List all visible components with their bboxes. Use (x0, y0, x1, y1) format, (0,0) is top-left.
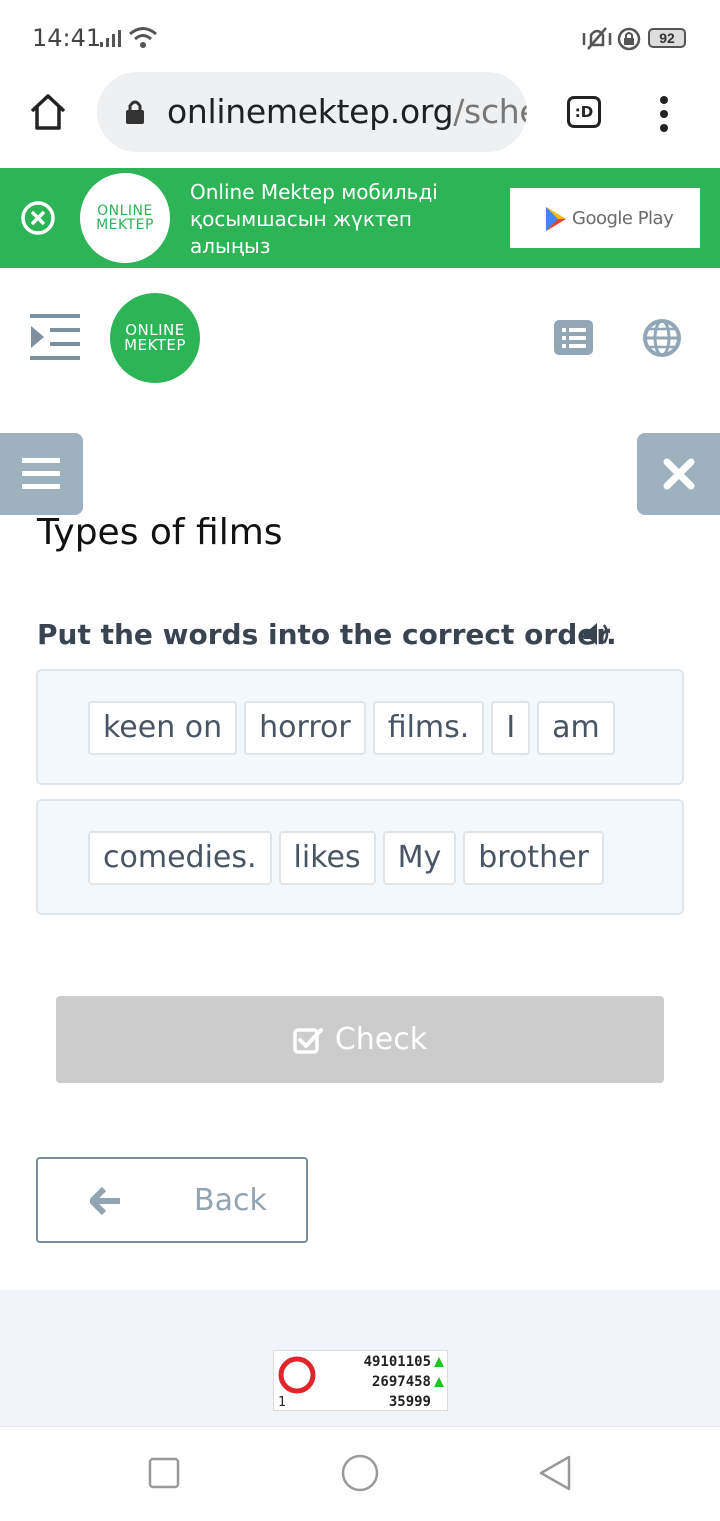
status-bar: 14:41 92 (0, 0, 720, 72)
sentence-box-1: keen on horror films. I am (36, 669, 684, 785)
sidebar-toggle-icon[interactable] (30, 314, 82, 362)
back-nav-icon[interactable] (538, 1455, 572, 1491)
task-instruction: Put the words into the correct order. (37, 618, 617, 651)
audio-speaker-icon[interactable] (582, 620, 612, 648)
status-time: 14:41 (32, 24, 102, 52)
counter-logo-icon (278, 1356, 316, 1394)
trend-up-icon (434, 1377, 444, 1387)
close-banner-icon[interactable] (20, 200, 56, 236)
promo-logo-top: ONLINE (97, 203, 153, 219)
close-lesson-button[interactable] (637, 433, 720, 515)
lesson-menu-button[interactable] (0, 433, 83, 515)
google-play-label: Google Play (572, 208, 674, 229)
address-bar[interactable]: onlinemektep.org/sched (97, 72, 527, 152)
home-nav-icon[interactable] (340, 1453, 380, 1493)
promo-logo-bottom: MEKTEP (96, 217, 154, 233)
word-chip-row: keen on horror films. I am (88, 701, 615, 755)
url-path: /sched (453, 92, 527, 131)
vibrate-icon (582, 27, 612, 50)
url-domain: onlinemektep.org (167, 92, 454, 131)
counter-value-1: 49101105 (363, 1354, 431, 1370)
site-logo-bottom: MEKTEP (124, 336, 186, 354)
sentence-box-2: comedies. likes My brother (36, 799, 684, 915)
lock-rotation-icon (617, 27, 641, 51)
close-icon (663, 458, 695, 490)
wifi-icon (129, 27, 157, 48)
word-chip[interactable]: likes (278, 831, 376, 885)
hamburger-icon (22, 458, 60, 489)
google-play-icon (546, 207, 566, 231)
page-title: Types of films (37, 512, 283, 553)
counter-value-2: 2697458 (371, 1374, 431, 1390)
url-text: onlinemektep.org/sched (167, 92, 527, 131)
word-chip-row: comedies. likes My brother (88, 831, 604, 885)
back-label: Back (194, 1183, 267, 1218)
system-nav-bar (0, 1426, 720, 1521)
battery-indicator: 92 (648, 28, 686, 48)
tab-switcher-button[interactable]: :D (567, 96, 601, 128)
back-button[interactable]: Back (36, 1157, 308, 1243)
word-chip[interactable]: brother (463, 831, 604, 885)
word-chip[interactable]: I (491, 701, 531, 755)
signal-icon (100, 30, 121, 47)
word-chip[interactable]: films. (372, 701, 485, 755)
check-button[interactable]: Check (56, 996, 664, 1083)
counter-index: 1 (278, 1395, 286, 1410)
check-label: Check (334, 1022, 428, 1057)
counter-value-3: 35999 (388, 1394, 431, 1410)
word-chip[interactable]: keen on (88, 701, 238, 755)
lock-icon (126, 100, 144, 124)
list-view-icon[interactable] (554, 320, 594, 356)
google-play-button[interactable]: Google Play (510, 188, 700, 248)
word-chip[interactable]: My (382, 831, 457, 885)
site-logo[interactable]: ONLINE MEKTEP (110, 293, 200, 383)
arrow-left-icon (90, 1187, 120, 1215)
visitor-counter[interactable]: 1 49101105 2697458 35999 (273, 1350, 448, 1411)
trend-up-icon (434, 1357, 444, 1367)
recents-icon[interactable] (148, 1457, 180, 1489)
promo-text: Online Mektep мобильді қосымшасын жүктеп… (190, 180, 438, 258)
promo-logo: ONLINE MEKTEP (80, 173, 170, 263)
word-chip[interactable]: comedies. (88, 831, 272, 885)
check-square-icon (293, 1027, 323, 1054)
language-globe-icon[interactable] (642, 318, 682, 358)
home-icon[interactable] (28, 92, 68, 132)
word-chip[interactable]: horror (244, 701, 366, 755)
word-chip[interactable]: am (537, 701, 615, 755)
more-options-icon[interactable] (656, 94, 672, 134)
app-promo-banner: ONLINE MEKTEP Online Mektep мобильді қос… (0, 168, 720, 268)
